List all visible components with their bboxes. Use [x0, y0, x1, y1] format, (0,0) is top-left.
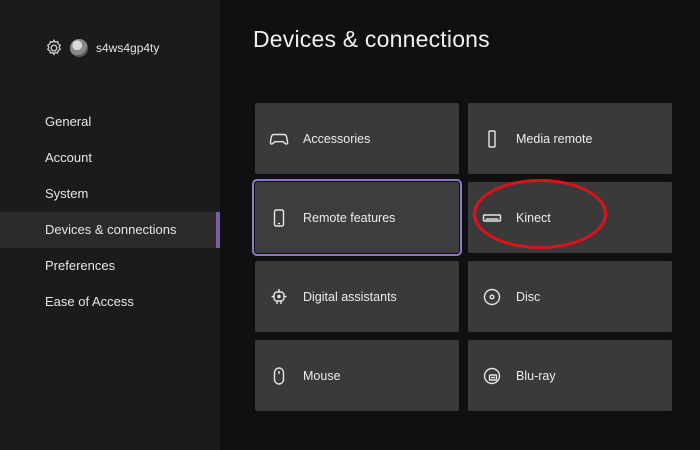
tile-label: Disc: [516, 289, 541, 304]
mouse-tile[interactable]: Mouse: [255, 340, 459, 411]
gear-icon[interactable]: [44, 38, 64, 58]
nav-item-devices-connections[interactable]: Devices & connections: [0, 212, 220, 248]
disc-icon: [482, 287, 502, 307]
media-remote-tile[interactable]: Media remote: [468, 103, 672, 174]
nav-item-ease-of-access[interactable]: Ease of Access: [0, 284, 220, 320]
tile-label: Blu-ray: [516, 368, 556, 383]
gamepad-icon: [269, 129, 289, 149]
remote-icon: [482, 129, 502, 149]
tile-label: Media remote: [516, 131, 593, 146]
kinect-tile[interactable]: Kinect: [468, 182, 672, 253]
nav-item-preferences[interactable]: Preferences: [0, 248, 220, 284]
nav-item-general[interactable]: General: [0, 104, 220, 140]
page-title: Devices & connections: [253, 26, 490, 52]
tile-grid: Accessories Media remote Remote features…: [252, 103, 672, 411]
tile-label: Remote features: [303, 210, 396, 225]
avatar[interactable]: [70, 39, 88, 57]
tile-label: Accessories: [303, 131, 371, 146]
digital-assistants-tile[interactable]: Digital assistants: [255, 261, 459, 332]
phone-icon: [269, 208, 289, 228]
mouse-icon: [269, 366, 289, 386]
kinect-icon: [482, 208, 502, 228]
username: s4ws4gp4ty: [96, 41, 160, 55]
blu-ray-tile[interactable]: Blu-ray: [468, 340, 672, 411]
profile-area[interactable]: s4ws4gp4ty: [44, 36, 159, 60]
assistant-icon: [269, 287, 289, 307]
nav-item-account[interactable]: Account: [0, 140, 220, 176]
nav-item-system[interactable]: System: [0, 176, 220, 212]
accessories-tile[interactable]: Accessories: [255, 103, 459, 174]
tile-label: Mouse: [303, 368, 341, 383]
settings-nav: General Account System Devices & connect…: [0, 104, 220, 320]
tile-label: Kinect: [516, 210, 551, 225]
sidebar: s4ws4gp4ty General Account System Device…: [0, 0, 220, 450]
tile-label: Digital assistants: [303, 289, 397, 304]
remote-features-tile[interactable]: Remote features: [252, 179, 462, 256]
bluray-icon: [482, 366, 502, 386]
disc-tile[interactable]: Disc: [468, 261, 672, 332]
